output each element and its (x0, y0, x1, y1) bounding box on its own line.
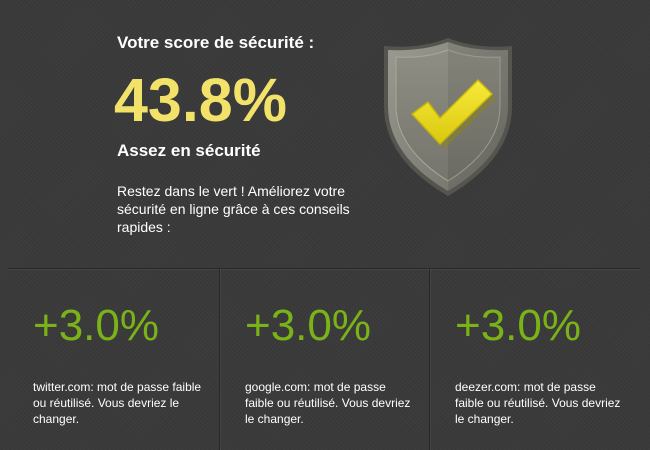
tip-description: twitter.com: mot de passe faible ou réut… (33, 380, 202, 426)
tip-score-gain: +3.0% (33, 301, 159, 350)
shield-check-icon (384, 38, 512, 196)
security-level-label: Assez en sécurité (117, 141, 261, 160)
tip-score-gain: +3.0% (245, 301, 371, 350)
score-section: Votre score de sécurité : 43.8% Assez en… (0, 0, 650, 268)
tips-intro-text: Restez dans le vert ! Améliorez votre sé… (117, 183, 350, 235)
security-score-value: 43.8% (114, 66, 287, 134)
tip-description: deezer.com: mot de passe faible ou réuti… (455, 380, 621, 426)
tip-score-gain: +3.0% (455, 301, 581, 350)
tips-list: +3.0% twitter.com: mot de passe faible o… (8, 269, 640, 450)
tip-card: +3.0% google.com: mot de passe faible ou… (220, 269, 430, 450)
tip-card: +3.0% deezer.com: mot de passe faible ou… (430, 269, 640, 450)
score-heading: Votre score de sécurité : (117, 33, 315, 52)
tip-description: google.com: mot de passe faible ou réuti… (245, 380, 411, 426)
tip-card: +3.0% twitter.com: mot de passe faible o… (8, 269, 218, 450)
